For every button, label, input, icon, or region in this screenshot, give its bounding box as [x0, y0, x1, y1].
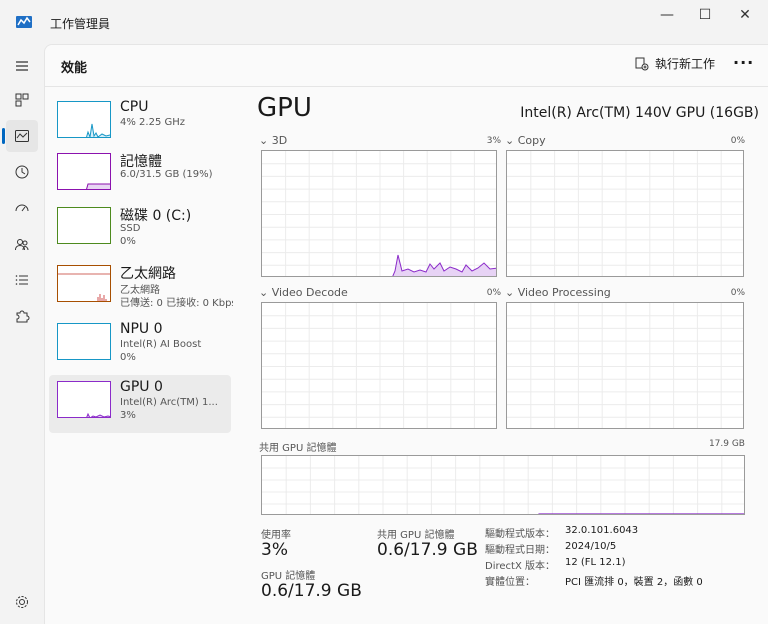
resource-name: 磁碟 0 (C:) [120, 208, 192, 224]
graph-3d [261, 150, 497, 277]
cpu-thumbnail-graph [57, 101, 111, 138]
resource-detail: 4% 2.25 GHz [120, 117, 186, 128]
graph-pct-3d: 3% [486, 136, 501, 146]
resource-name: 記憶體 [120, 154, 162, 170]
resource-name: NPU 0 [120, 321, 163, 337]
details-list-icon [15, 275, 28, 285]
driver-date-value: 2024/10/5 [565, 541, 617, 552]
resource-usage: 3% [120, 410, 136, 421]
title-bar: 工作管理員 — ☐ ✕ [0, 0, 768, 44]
ethernet-thumbnail-graph [57, 265, 111, 302]
gpu-memory-value: 0.6/17.9 GB [261, 581, 362, 601]
nav-processes[interactable] [6, 84, 38, 116]
window-title: 工作管理員 [50, 17, 111, 31]
nav-users[interactable] [6, 228, 38, 260]
graph-label-video-processing[interactable]: ⌄ Video Processing [505, 286, 611, 299]
speedometer-icon [15, 204, 29, 212]
graph-pct-copy: 0% [730, 136, 745, 146]
hamburger-icon [16, 61, 28, 71]
page-header: 效能 執行新工作 ··· [45, 45, 768, 87]
hamburger-menu-button[interactable] [6, 50, 38, 82]
shared-memory-graph [261, 455, 745, 515]
close-button[interactable]: ✕ [722, 0, 768, 30]
resource-item-cpu[interactable]: CPU 4% 2.25 GHz [49, 95, 231, 153]
history-icon [15, 165, 29, 179]
resource-usage: 0% [120, 352, 136, 363]
shared-memory-usage-line [538, 513, 744, 514]
graph-video-decode [261, 302, 497, 429]
task-manager-app-icon [16, 14, 32, 30]
directx-version-value: 12 (FL 12.1) [565, 557, 626, 568]
performance-chart-icon [15, 130, 29, 142]
shared-memory-graph-max: 17.9 GB [708, 439, 745, 449]
resource-detail: Intel(R) Arc(TM) 1... [120, 397, 218, 408]
resource-detail: 6.0/31.5 GB (19%) [120, 169, 213, 180]
page-title: 效能 [61, 61, 88, 76]
shared-memory-graph-label: 共用 GPU 記憶體 [259, 443, 337, 454]
driver-version-value: 32.0.101.6043 [565, 525, 639, 536]
shared-memory-label: 共用 GPU 記憶體 [377, 530, 455, 541]
run-new-task-label: 執行新工作 [655, 57, 716, 71]
resource-throughput: 已傳送: 0 已接收: 0 Kbps [120, 298, 233, 309]
resource-item-disk[interactable]: 磁碟 0 (C:) SSD 0% [49, 201, 231, 259]
resource-item-memory[interactable]: 記憶體 6.0/31.5 GB (19%) [49, 147, 231, 205]
physical-location-value: PCI 匯流排 0，裝置 2，函數 0 [565, 577, 703, 588]
users-icon [15, 239, 29, 251]
run-new-task-button[interactable]: 執行新工作 [635, 55, 715, 72]
graph-pct-video-decode: 0% [486, 288, 501, 298]
graph-label-3d[interactable]: ⌄ 3D [259, 134, 287, 147]
nav-app-history[interactable] [6, 156, 38, 188]
graph-copy [506, 150, 744, 277]
graph-pct-video-processing: 0% [730, 288, 745, 298]
gpu-thumbnail-graph [57, 381, 111, 418]
processes-grid-icon [15, 93, 29, 107]
resource-item-gpu[interactable]: GPU 0 Intel(R) Arc(TM) 1... 3% [49, 375, 231, 433]
resource-name: 乙太網路 [120, 266, 176, 282]
detail-title: GPU [257, 93, 312, 123]
resource-usage: 0% [120, 236, 136, 247]
content-pane: 效能 執行新工作 ··· CPU 4% 2.25 GHz 記憶體 6.0/31.… [44, 44, 768, 624]
driver-date-label: 驅動程式日期： [485, 545, 555, 556]
npu-thumbnail-graph [57, 323, 111, 360]
more-options-button[interactable]: ··· [733, 53, 754, 72]
resource-name: CPU [120, 99, 149, 115]
resource-detail: Intel(R) AI Boost [120, 339, 202, 350]
graph-label-video-decode[interactable]: ⌄ Video Decode [259, 286, 348, 299]
driver-version-label: 驅動程式版本： [485, 529, 555, 540]
resource-detail: SSD [120, 223, 141, 234]
nav-performance[interactable] [2, 120, 38, 152]
nav-startup-apps[interactable] [6, 192, 38, 224]
nav-services[interactable] [6, 300, 38, 332]
resource-item-ethernet[interactable]: 乙太網路 乙太網路 已傳送: 0 已接收: 0 Kbps [49, 259, 233, 317]
services-puzzle-icon [16, 310, 30, 323]
gpu-model-name: Intel(R) Arc(TM) 140V GPU (16GB) [520, 105, 759, 121]
directx-version-label: DirectX 版本： [485, 561, 555, 572]
memory-thumbnail-graph [57, 153, 111, 190]
nav-settings[interactable] [6, 586, 38, 618]
gear-icon [16, 596, 28, 608]
nav-details[interactable] [6, 264, 38, 296]
utilization-value: 3% [261, 540, 288, 560]
graph-label-copy[interactable]: ⌄ Copy [505, 134, 546, 147]
disk-thumbnail-graph [57, 207, 111, 244]
utilization-label: 使用率 [261, 530, 291, 541]
graph-video-processing [506, 302, 744, 429]
resource-item-npu[interactable]: NPU 0 Intel(R) AI Boost 0% [49, 317, 231, 375]
physical-location-label: 實體位置： [485, 577, 535, 588]
gpu-memory-label: GPU 記憶體 [261, 571, 316, 582]
navigation-rail [0, 44, 44, 624]
run-task-icon [635, 57, 649, 70]
resource-name: GPU 0 [120, 379, 163, 395]
shared-memory-value: 0.6/17.9 GB [377, 540, 478, 560]
